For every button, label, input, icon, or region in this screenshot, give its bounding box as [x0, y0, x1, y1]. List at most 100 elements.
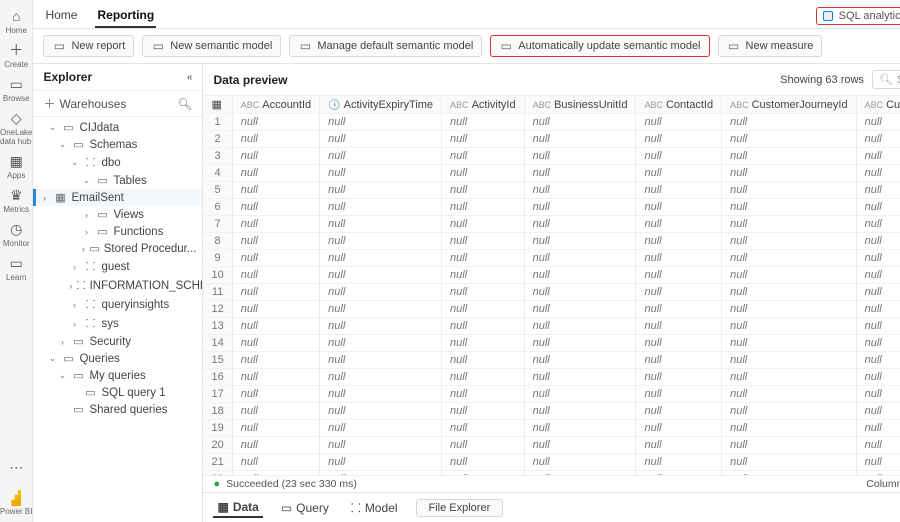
- table-row[interactable]: 11nullnullnullnullnullnullnull: [203, 284, 900, 301]
- col-activityexpirytime[interactable]: 🕓ActivityExpiryTime: [320, 96, 442, 114]
- cell: null: [320, 233, 442, 250]
- tree-item-sql-query-1[interactable]: ▭SQL query 1: [33, 384, 202, 401]
- tree-item-stored-procedur-[interactable]: ›▭Stored Procedur...: [33, 240, 202, 257]
- rail-more-icon[interactable]: ⋯: [9, 453, 23, 482]
- text-type-icon: ABC: [865, 100, 884, 110]
- cell: null: [636, 318, 722, 335]
- automatically-update-semantic-model-button[interactable]: ▭Automatically update semantic model: [490, 35, 709, 57]
- tree-item-functions[interactable]: ›▭Functions: [33, 223, 202, 240]
- rail-item-learn[interactable]: ▭Learn: [0, 251, 32, 285]
- rail-item-apps[interactable]: ▦Apps: [0, 149, 32, 183]
- tree-item-information-sche-[interactable]: ›⸬INFORMATION_SCHE...: [33, 276, 202, 295]
- tree-item-schemas[interactable]: ⌄▭Schemas: [33, 136, 202, 153]
- monitor-icon: ◷: [7, 220, 25, 238]
- page-tab-reporting[interactable]: Reporting: [95, 4, 156, 28]
- table-row[interactable]: 9nullnullnullnullnullnullnull: [203, 250, 900, 267]
- rail-item-home[interactable]: ⌂Home: [0, 4, 32, 38]
- cell: null: [320, 386, 442, 403]
- tree-item-queryinsights[interactable]: ›⸬queryinsights: [33, 295, 202, 314]
- toolbar-icon: ▭: [52, 39, 66, 53]
- file-explorer-button[interactable]: File Explorer: [416, 499, 504, 517]
- col-businessunitid[interactable]: ABCBusinessUnitId: [524, 96, 636, 114]
- table-row[interactable]: 2nullnullnullnullnullnullnull: [203, 131, 900, 148]
- cell: null: [320, 335, 442, 352]
- preview-search[interactable]: 🔍︎: [872, 70, 900, 89]
- new-measure-button[interactable]: ▭New measure: [718, 35, 823, 57]
- table-row[interactable]: 19nullnullnullnullnullnullnull: [203, 420, 900, 437]
- page-tab-home[interactable]: Home: [43, 4, 79, 28]
- cell: null: [320, 437, 442, 454]
- table-row[interactable]: 14nullnullnullnullnullnullnull: [203, 335, 900, 352]
- cell: null: [320, 301, 442, 318]
- cell: null: [442, 148, 525, 165]
- tree-item-queries[interactable]: ⌄▭Queries: [33, 350, 202, 367]
- rail-item-monitor[interactable]: ◷Monitor: [0, 217, 32, 251]
- col-customerjourneyid[interactable]: ABCCustomerJourneyId: [722, 96, 857, 114]
- table-row[interactable]: 15nullnullnullnullnullnullnull: [203, 352, 900, 369]
- table-row[interactable]: 6nullnullnullnullnullnullnull: [203, 199, 900, 216]
- col-contactid[interactable]: ABCContactId: [636, 96, 722, 114]
- tree-item-security[interactable]: ›▭Security: [33, 333, 202, 350]
- cell: null: [722, 233, 857, 250]
- table-row[interactable]: 21nullnullnullnullnullnullnull: [203, 454, 900, 471]
- col-customerjourney[interactable]: ABCCustomerJourney: [856, 96, 900, 114]
- new-semantic-model-button[interactable]: ▭New semantic model: [142, 35, 281, 57]
- tree-node-label: Views: [113, 209, 143, 221]
- tree-item-tables[interactable]: ⌄▭Tables: [33, 172, 202, 189]
- table-row[interactable]: 16nullnullnullnullnullnullnull: [203, 369, 900, 386]
- collapse-explorer-icon[interactable]: «: [187, 72, 193, 83]
- tree-item-shared-queries[interactable]: ▭Shared queries: [33, 401, 202, 418]
- cell: null: [636, 165, 722, 182]
- cell: null: [856, 267, 900, 284]
- cell: null: [524, 301, 636, 318]
- view-tab-model[interactable]: ⸬Model: [347, 497, 402, 518]
- plus-icon: ＋: [43, 95, 55, 112]
- rail-item-onelake-data-hub[interactable]: ◇OneLake data hub: [0, 106, 32, 149]
- table-row[interactable]: 5nullnullnullnullnullnullnull: [203, 182, 900, 199]
- table-row[interactable]: 7nullnullnullnullnullnullnull: [203, 216, 900, 233]
- table-row[interactable]: 12nullnullnullnullnullnullnull: [203, 301, 900, 318]
- tree-node-label: Shared queries: [89, 404, 167, 416]
- endpoint-selector[interactable]: SQL analytics endpoint ⌄: [816, 7, 900, 25]
- search-icon[interactable]: 🔍︎: [177, 97, 192, 111]
- table-row[interactable]: 17nullnullnullnullnullnullnull: [203, 386, 900, 403]
- rail-item-create[interactable]: ＋Create: [0, 38, 32, 72]
- table-row[interactable]: 20nullnullnullnullnullnullnull: [203, 437, 900, 454]
- cell: null: [722, 114, 857, 131]
- tree-item-my-queries[interactable]: ⌄▭My queries: [33, 367, 202, 384]
- table-row[interactable]: 10nullnullnullnullnullnullnull: [203, 267, 900, 284]
- view-tab-query[interactable]: ▭Query: [277, 497, 333, 518]
- tree-item-sys[interactable]: ›⸬sys: [33, 314, 202, 333]
- cell: null: [320, 284, 442, 301]
- warehouses-add[interactable]: ＋ Warehouses 🔍︎: [33, 90, 202, 117]
- data-grid[interactable]: ▦ABCAccountId🕓ActivityExpiryTimeABCActiv…: [203, 96, 900, 475]
- rail-item-browse[interactable]: ▭Browse: [0, 72, 32, 106]
- table-row[interactable]: 18nullnullnullnullnullnullnull: [203, 403, 900, 420]
- tree-node-label: Functions: [113, 226, 163, 238]
- twisty-icon: ›: [69, 262, 79, 272]
- tree-item-cijdata[interactable]: ⌄▭CIJdata: [33, 119, 202, 136]
- tree-item-views[interactable]: ›▭Views: [33, 206, 202, 223]
- tree-item-guest[interactable]: ›⸬guest: [33, 257, 202, 276]
- manage-default-semantic-model-button[interactable]: ▭Manage default semantic model: [289, 35, 482, 57]
- new-report-button[interactable]: ▭New report: [43, 35, 134, 57]
- col-accountid[interactable]: ABCAccountId: [232, 96, 319, 114]
- rows-shown-text: Showing 63 rows: [780, 74, 864, 86]
- tree-item-emailsent[interactable]: ›▦EmailSent: [33, 189, 202, 206]
- cell: null: [856, 182, 900, 199]
- table-row[interactable]: 13nullnullnullnullnullnullnull: [203, 318, 900, 335]
- cell: null: [320, 420, 442, 437]
- table-row[interactable]: 1nullnullnullnullnullnullnull: [203, 114, 900, 131]
- tree-item-dbo[interactable]: ⌄⸬dbo: [33, 153, 202, 172]
- cell: null: [856, 318, 900, 335]
- cell: null: [232, 335, 319, 352]
- rail-item-metrics[interactable]: ♛Metrics: [0, 183, 32, 217]
- col-activityid[interactable]: ABCActivityId: [442, 96, 525, 114]
- cell: null: [856, 148, 900, 165]
- cell: null: [722, 267, 857, 284]
- table-row[interactable]: 4nullnullnullnullnullnullnull: [203, 165, 900, 182]
- row-number: 1: [203, 114, 232, 131]
- view-tab-data[interactable]: ▦Data: [213, 497, 262, 518]
- table-row[interactable]: 8nullnullnullnullnullnullnull: [203, 233, 900, 250]
- table-row[interactable]: 3nullnullnullnullnullnullnull: [203, 148, 900, 165]
